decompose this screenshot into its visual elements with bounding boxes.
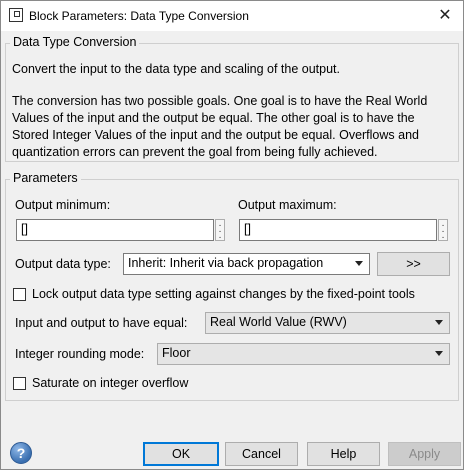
- output-maximum-more-icon[interactable]: · · ·: [438, 219, 448, 243]
- description-para-line-2: Values of the input and the output be eq…: [12, 111, 415, 125]
- dialog-window: Block Parameters: Data Type Conversion ✕…: [0, 0, 464, 470]
- question-mark-icon[interactable]: ?: [10, 442, 32, 464]
- apply-button[interactable]: Apply: [388, 442, 461, 466]
- output-data-type-label: Output data type:: [15, 257, 111, 271]
- equal-mode-label: Input and output to have equal:: [15, 316, 188, 330]
- chevron-down-icon: [435, 320, 443, 325]
- chevron-down-icon: [355, 261, 363, 266]
- window-icon: [9, 8, 23, 22]
- saturate-checkbox[interactable]: [13, 377, 26, 390]
- rounding-mode-value: Floor: [162, 346, 191, 360]
- close-button[interactable]: ✕: [427, 1, 463, 31]
- description-para-line-1: The conversion has two possible goals. O…: [12, 94, 428, 108]
- equal-mode-select[interactable]: Real World Value (RWV): [205, 312, 450, 334]
- description-para-line-3: Stored Integer Values of the input and t…: [12, 128, 419, 142]
- chevron-down-icon: [435, 351, 443, 356]
- cancel-button[interactable]: Cancel: [225, 442, 298, 466]
- output-minimum-input[interactable]: []: [16, 219, 214, 241]
- rounding-mode-label: Integer rounding mode:: [15, 347, 145, 361]
- output-minimum-more-icon[interactable]: · · ·: [215, 219, 225, 243]
- ok-button[interactable]: OK: [143, 442, 219, 466]
- output-maximum-label: Output maximum:: [238, 198, 337, 212]
- data-type-assistant-button[interactable]: >>: [377, 252, 450, 276]
- output-data-type-value: Inherit: Inherit via back propagation: [128, 256, 324, 270]
- description-para-line-4: quantization errors can prevent the goal…: [12, 145, 378, 159]
- saturate-label: Saturate on integer overflow: [32, 376, 189, 390]
- help-button[interactable]: Help: [307, 442, 380, 466]
- description-group-title: Data Type Conversion: [10, 35, 140, 49]
- parameters-group-title: Parameters: [10, 171, 81, 185]
- title-bar[interactable]: Block Parameters: Data Type Conversion ✕: [1, 1, 463, 31]
- output-data-type-select[interactable]: Inherit: Inherit via back propagation: [123, 253, 370, 275]
- description-line-1: Convert the input to the data type and s…: [12, 62, 341, 76]
- window-title: Block Parameters: Data Type Conversion: [29, 9, 249, 23]
- rounding-mode-select[interactable]: Floor: [157, 343, 450, 365]
- lock-output-checkbox[interactable]: [13, 288, 26, 301]
- lock-output-label: Lock output data type setting against ch…: [32, 287, 415, 301]
- equal-mode-value: Real World Value (RWV): [210, 315, 347, 329]
- output-minimum-label: Output minimum:: [15, 198, 111, 212]
- output-maximum-input[interactable]: []: [239, 219, 437, 241]
